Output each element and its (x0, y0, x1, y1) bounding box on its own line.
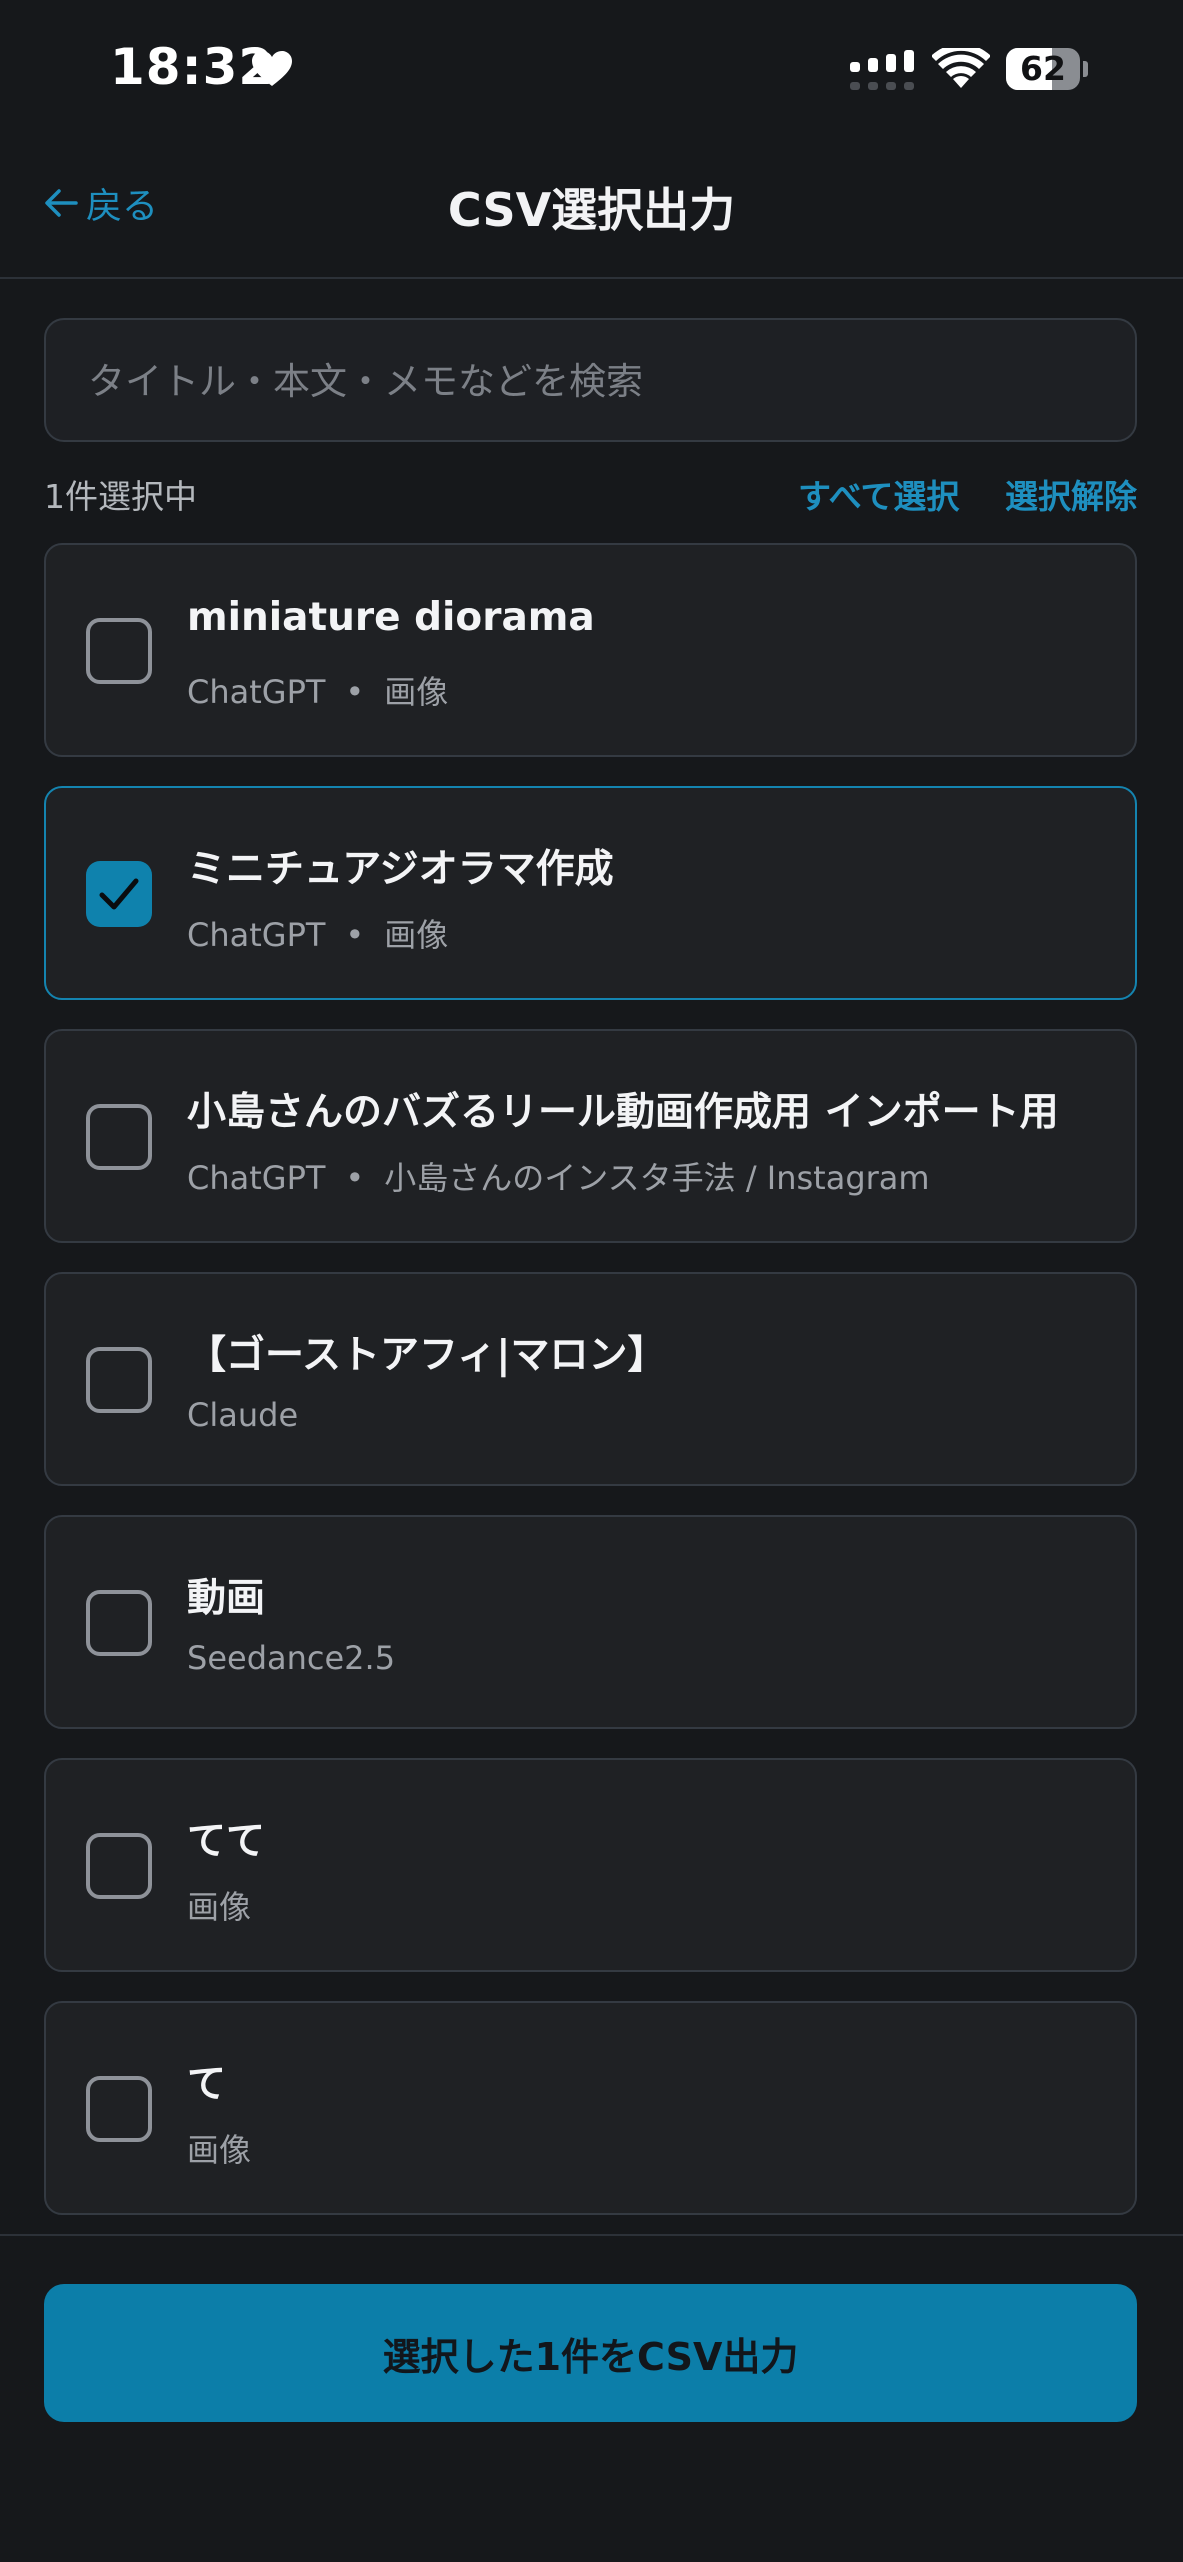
item-title: てて (187, 1819, 266, 1864)
separator-dot: • (345, 1159, 365, 1197)
item-meta: 画像 (187, 1882, 251, 1928)
signal-icon (850, 50, 914, 90)
item-title: 動画 (187, 1576, 266, 1621)
checkbox[interactable] (86, 2076, 152, 2142)
checkbox[interactable] (86, 1347, 152, 1413)
item-meta: ChatGPT • 画像 (187, 667, 448, 713)
item-meta: Claude (187, 1396, 298, 1434)
checkbox[interactable] (86, 1590, 152, 1656)
page-title: CSV選択出力 (447, 183, 736, 237)
deselect-all-button[interactable]: 選択解除 (1005, 470, 1137, 518)
selection-count: 1件選択中 (44, 477, 197, 516)
meta-tag: 画像 (187, 1888, 252, 1926)
list-item[interactable]: 小島さんのバズるリール動画作成用 インポート用 ChatGPT • 小島さんのインス… (44, 1029, 1137, 1243)
status-bar: 18:32 62 (0, 0, 1183, 140)
separator-dot: • (345, 673, 365, 711)
meta-tag: 画像 (384, 673, 449, 711)
item-title: て (187, 2062, 227, 2107)
list-item[interactable]: てて 画像 (44, 1758, 1137, 1972)
meta-tag: 画像 (187, 2131, 252, 2169)
search-input[interactable] (86, 320, 1100, 442)
meta-tag: Claude (187, 1396, 299, 1434)
checkbox[interactable] (86, 618, 152, 684)
footer: 選択した1件をCSV出力 (0, 2234, 1183, 2562)
list-item[interactable]: 【ゴーストアフィ|マロン】 Claude (44, 1272, 1137, 1486)
status-time: 18:32 (110, 38, 275, 96)
search-box[interactable] (44, 318, 1137, 442)
heart-icon (252, 51, 292, 86)
wifi-icon (932, 48, 990, 88)
item-meta: ChatGPT • 小島さんのインスタ手法 / Instagram (187, 1153, 930, 1199)
meta-tag: 小島さんのインスタ手法 / Instagram (384, 1159, 930, 1197)
meta-tag: ChatGPT (187, 916, 326, 954)
list-item[interactable]: ミニチュアジオラマ作成 ChatGPT • 画像 (44, 786, 1137, 1000)
item-title: ミニチュアジオラマ作成 (187, 847, 614, 892)
battery-nub (1083, 61, 1088, 77)
checkbox[interactable] (86, 1104, 152, 1170)
meta-tag: ChatGPT (187, 673, 326, 711)
select-all-button[interactable]: すべて選択 (798, 470, 959, 518)
item-title: miniature diorama (187, 595, 595, 640)
checkbox[interactable] (86, 1833, 152, 1899)
item-title: 【ゴーストアフィ|マロン】 (187, 1333, 667, 1378)
battery-body: 62 (1006, 48, 1080, 90)
checkmark-icon (99, 878, 139, 910)
meta-tag: ChatGPT (187, 1159, 326, 1197)
meta-tag: Seedance2.5 (187, 1639, 396, 1677)
item-meta: 画像 (187, 2125, 251, 2171)
item-meta: ChatGPT • 画像 (187, 910, 448, 956)
battery-icon: 62 (1006, 48, 1088, 90)
meta-tag: 画像 (384, 916, 449, 954)
nav-header: 戻る CSV選択出力 (0, 140, 1183, 279)
item-title: 小島さんのバズるリール動画作成用 インポート用 (187, 1090, 1059, 1135)
separator-dot: • (345, 916, 365, 954)
checkbox-checked[interactable] (86, 861, 152, 927)
list-item[interactable]: て 画像 (44, 2001, 1137, 2215)
csv-export-button[interactable]: 選択した1件をCSV出力 (44, 2284, 1137, 2422)
list-item[interactable]: miniature diorama ChatGPT • 画像 (44, 543, 1137, 757)
item-meta: Seedance2.5 (187, 1639, 395, 1677)
battery-level: 62 (1020, 49, 1066, 88)
list-item[interactable]: 動画 Seedance2.5 (44, 1515, 1137, 1729)
